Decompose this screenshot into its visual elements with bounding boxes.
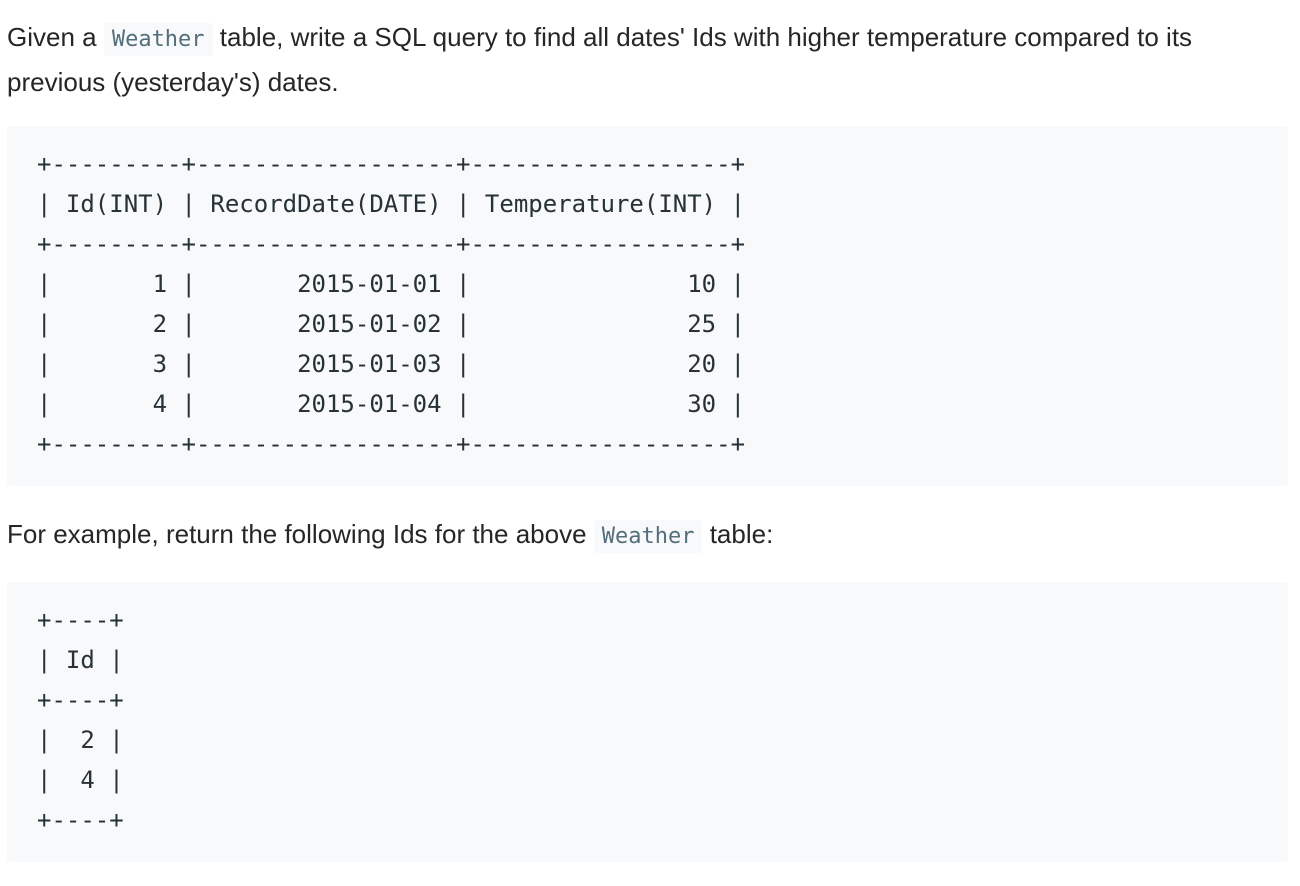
example-paragraph: For example, return the following Ids fo… (7, 513, 1288, 558)
weather-table-code-block: +---------+------------------+----------… (7, 126, 1288, 486)
inline-code-weather: Weather (103, 23, 213, 56)
result-table-code-block: +----+ | Id | +----+ | 2 | | 4 | +----+ (7, 582, 1288, 862)
intro-text-before: Given a (7, 22, 104, 52)
example-text-after: table: (702, 519, 774, 549)
example-text-before: For example, return the following Ids fo… (7, 519, 594, 549)
inline-code-weather-example: Weather (593, 520, 703, 553)
intro-paragraph: Given a Weather table, write a SQL query… (7, 16, 1288, 103)
